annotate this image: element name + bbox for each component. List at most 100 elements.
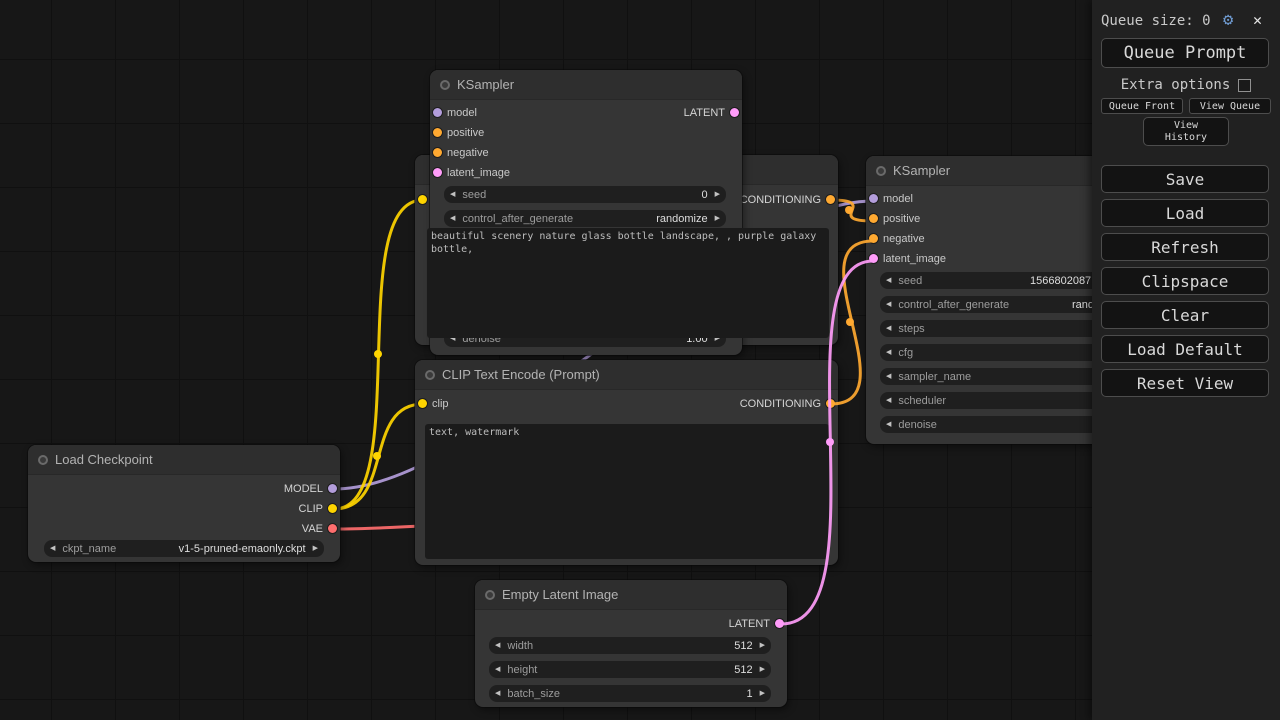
input-port-positive[interactable]: [433, 128, 442, 137]
decrement-arrow-icon[interactable]: ◀: [495, 642, 500, 649]
input-port-model[interactable]: [433, 108, 442, 117]
negative-prompt-textarea[interactable]: text, watermark: [425, 424, 829, 559]
decrement-arrow-icon[interactable]: ◀: [886, 349, 891, 356]
output-label: CONDITIONING: [740, 194, 821, 206]
output-port-clip[interactable]: [328, 504, 337, 513]
output-port-conditioning[interactable]: [826, 195, 835, 204]
node-title: CLIP Text Encode (Prompt): [442, 367, 600, 382]
collapse-dot[interactable]: [485, 590, 495, 600]
node-title: Empty Latent Image: [502, 587, 618, 602]
output-label: MODEL: [284, 483, 323, 495]
queue-size-label: Queue size: 0: [1101, 13, 1211, 29]
widget-label: control_after_generate: [898, 299, 1009, 311]
decrement-arrow-icon[interactable]: ◀: [495, 666, 500, 673]
view-history-button[interactable]: View History: [1143, 117, 1229, 146]
port-row: positive: [430, 123, 742, 143]
input-label: clip: [432, 398, 449, 410]
output-port-conditioning[interactable]: [826, 399, 835, 408]
widget-label: sampler_name: [898, 371, 971, 383]
save-button[interactable]: Save: [1101, 165, 1269, 193]
node-header[interactable]: Empty Latent Image: [475, 580, 787, 610]
reset-view-button[interactable]: Reset View: [1101, 369, 1269, 397]
collapse-dot[interactable]: [38, 455, 48, 465]
prev-arrow-icon[interactable]: ◀: [50, 545, 55, 552]
decrement-arrow-icon[interactable]: ◀: [495, 690, 500, 697]
decrement-arrow-icon[interactable]: ◀: [450, 191, 455, 198]
increment-arrow-icon[interactable]: ▶: [715, 191, 720, 198]
node-header[interactable]: KSampler: [430, 70, 742, 100]
comfy-menu: Queue size: 0 ⚙ ✕ Queue Prompt Extra opt…: [1092, 0, 1280, 720]
clipspace-button[interactable]: Clipspace: [1101, 267, 1269, 295]
collapse-dot[interactable]: [876, 166, 886, 176]
collapse-dot[interactable]: [440, 80, 450, 90]
widget-seed[interactable]: ◀ seed 0 ▶: [444, 186, 726, 203]
view-queue-button[interactable]: View Queue: [1189, 98, 1271, 114]
output-port-model[interactable]: [328, 484, 337, 493]
output-port-latent[interactable]: [730, 108, 739, 117]
node-header[interactable]: Load Checkpoint: [28, 445, 340, 475]
decrement-arrow-icon[interactable]: ◀: [886, 421, 891, 428]
increment-arrow-icon[interactable]: ▶: [715, 215, 720, 222]
input-port-clip[interactable]: [418, 195, 427, 204]
widget-label: scheduler: [898, 395, 946, 407]
widget-width[interactable]: ◀ width 512 ▶: [489, 637, 771, 654]
close-icon[interactable]: ✕: [1253, 11, 1262, 29]
decrement-arrow-icon[interactable]: ◀: [450, 215, 455, 222]
refresh-button[interactable]: Refresh: [1101, 233, 1269, 261]
positive-prompt-textarea[interactable]: beautiful scenery nature glass bottle la…: [427, 228, 829, 338]
widget-label: denoise: [898, 419, 937, 431]
decrement-arrow-icon[interactable]: ◀: [886, 301, 891, 308]
decrement-arrow-icon[interactable]: ◀: [886, 325, 891, 332]
input-port-positive[interactable]: [869, 214, 878, 223]
node-title: KSampler: [893, 163, 950, 178]
output-label: CLIP: [299, 503, 323, 515]
input-port-negative[interactable]: [433, 148, 442, 157]
node-header[interactable]: CLIP Text Encode (Prompt): [415, 360, 838, 390]
widget-label: seed: [898, 275, 922, 287]
widget-ckpt-name[interactable]: ◀ ckpt_name v1-5-pruned-emaonly.ckpt ▶: [44, 540, 324, 557]
input-port-latent-image[interactable]: [433, 168, 442, 177]
widget-value: 0: [701, 189, 707, 201]
decrement-arrow-icon[interactable]: ◀: [886, 277, 891, 284]
widget-label: control_after_generate: [462, 213, 573, 225]
widget-label: seed: [462, 189, 486, 201]
extra-options-checkbox[interactable]: [1238, 79, 1251, 92]
node-empty-latent-image[interactable]: Empty Latent Image LATENT ◀ width 512 ▶ …: [475, 580, 787, 707]
widget-label: cfg: [898, 347, 913, 359]
node-title: Load Checkpoint: [55, 452, 153, 467]
widget-height[interactable]: ◀ height 512 ▶: [489, 661, 771, 678]
load-default-button[interactable]: Load Default: [1101, 335, 1269, 363]
port-row: MODEL: [28, 479, 340, 499]
output-label: LATENT: [729, 618, 770, 630]
widget-batch-size[interactable]: ◀ batch_size 1 ▶: [489, 685, 771, 702]
input-label: model: [447, 107, 477, 119]
node-title: KSampler: [457, 77, 514, 92]
output-label: LATENT: [684, 107, 725, 119]
next-arrow-icon[interactable]: ▶: [313, 545, 318, 552]
output-port-vae[interactable]: [328, 524, 337, 533]
input-port-clip[interactable]: [418, 399, 427, 408]
increment-arrow-icon[interactable]: ▶: [760, 642, 765, 649]
clear-button[interactable]: Clear: [1101, 301, 1269, 329]
settings-gear-icon[interactable]: ⚙: [1223, 10, 1233, 30]
queue-prompt-button[interactable]: Queue Prompt: [1101, 38, 1269, 68]
input-port-latent-image[interactable]: [869, 254, 878, 263]
increment-arrow-icon[interactable]: ▶: [760, 690, 765, 697]
input-port-negative[interactable]: [869, 234, 878, 243]
output-port-latent[interactable]: [775, 619, 784, 628]
node-load-checkpoint[interactable]: Load Checkpoint MODEL CLIP VAE ◀ ckpt_na…: [28, 445, 340, 562]
widget-control-after-generate[interactable]: ◀ control_after_generate randomize ▶: [444, 210, 726, 227]
decrement-arrow-icon[interactable]: ◀: [886, 373, 891, 380]
load-button[interactable]: Load: [1101, 199, 1269, 227]
port-row: latent_image: [430, 163, 742, 183]
increment-arrow-icon[interactable]: ▶: [760, 666, 765, 673]
widget-label: ckpt_name: [62, 543, 116, 555]
node-clip-text-encode-negative[interactable]: CLIP Text Encode (Prompt) clip CONDITION…: [415, 360, 838, 565]
input-label: positive: [883, 213, 920, 225]
decrement-arrow-icon[interactable]: ◀: [886, 397, 891, 404]
input-port-model[interactable]: [869, 194, 878, 203]
collapse-dot[interactable]: [425, 370, 435, 380]
widget-label: batch_size: [507, 688, 560, 700]
queue-front-button[interactable]: Queue Front: [1101, 98, 1183, 114]
output-label: CONDITIONING: [740, 398, 821, 410]
